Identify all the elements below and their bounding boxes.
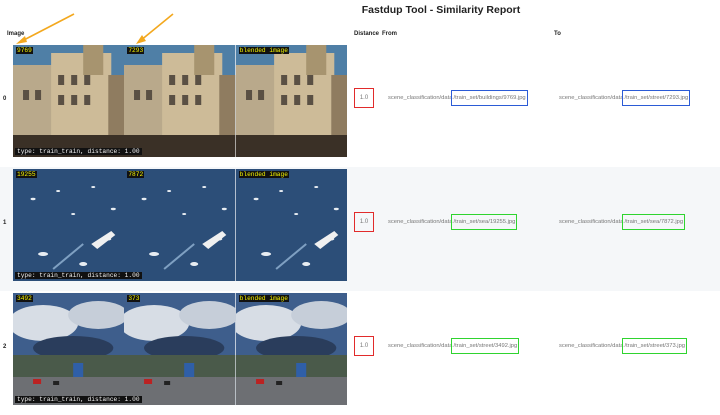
from-path[interactable]: scene_classification/data/train_set/stre… [388, 338, 520, 354]
blended-label: blended image [238, 295, 289, 302]
distance-value: 1.0 [354, 88, 374, 108]
from-image[interactable]: 19255 [13, 169, 125, 281]
row-index: 2 [3, 344, 7, 350]
pair-caption: type: train_train, distance: 1.00 [15, 272, 142, 279]
from-path[interactable]: scene_classification/data/train_set/sea/… [388, 214, 518, 230]
blended-image[interactable]: blended image [235, 169, 347, 281]
blended-label: blended image [238, 47, 289, 54]
header-distance: Distance [354, 31, 380, 37]
from-path-highlight: /train_set/sea/19255.jpg [451, 214, 518, 230]
header-image: Image [7, 31, 25, 37]
image-triplet: 3492 373 blended image type: train_train… [13, 293, 347, 405]
blended-image[interactable]: blended image [235, 293, 347, 405]
from-path-highlight: /train_set/buildings/9769.jpg [451, 90, 528, 106]
to-path-highlight: /train_set/street/373.jpg [622, 338, 688, 354]
from-path-highlight: /train_set/street/3492.jpg [451, 338, 520, 354]
from-id-label: 9769 [16, 47, 33, 54]
to-image[interactable]: 373 [124, 293, 236, 405]
to-path[interactable]: scene_classification/data/train_set/stre… [559, 338, 688, 354]
image-triplet: 19255 7872 blended image type: train_tra… [13, 169, 347, 281]
row-index: 1 [3, 220, 7, 226]
to-path-highlight: /train_set/street/7293.jpg [622, 90, 691, 106]
header-to: To [554, 31, 561, 37]
from-image[interactable]: 9769 [13, 45, 125, 157]
from-id-label: 19255 [16, 171, 37, 178]
from-image[interactable]: 3492 [13, 293, 125, 405]
distance-value: 1.0 [354, 336, 374, 356]
from-path[interactable]: scene_classification/data/train_set/buil… [388, 90, 528, 106]
table-row: 2 3492 373 blended image type: train_tra… [0, 291, 720, 415]
distance-value: 1.0 [354, 212, 374, 232]
pair-caption: type: train_train, distance: 1.00 [15, 148, 142, 155]
to-path[interactable]: scene_classification/data/train_set/sea/… [559, 214, 686, 230]
to-id-label: 373 [127, 295, 141, 302]
header-from: From [382, 31, 397, 37]
arrow-annotation-icon [16, 13, 75, 44]
image-triplet: 9769 7293 blended image type: train_trai… [13, 45, 347, 157]
to-image[interactable]: 7872 [124, 169, 236, 281]
to-image[interactable]: 7293 [124, 45, 236, 157]
blended-label: blended image [238, 171, 289, 178]
to-id-label: 7293 [127, 47, 145, 54]
to-id-label: 7872 [127, 171, 145, 178]
arrow-annotation-icon [136, 13, 174, 44]
pair-caption: type: train_train, distance: 1.00 [15, 396, 142, 403]
table-row: 1 19255 7872 blended image type: train_t… [0, 167, 720, 291]
report-title: Fastdup Tool - Similarity Report [361, 4, 521, 16]
row-index: 0 [3, 96, 7, 102]
from-id-label: 3492 [16, 295, 33, 302]
to-path-highlight: /train_set/sea/7872.jpg [622, 214, 686, 230]
table-row: 0 9769 7293 blended image type: train_tr… [0, 43, 720, 167]
to-path[interactable]: scene_classification/data/train_set/stre… [559, 90, 691, 106]
blended-image[interactable]: blended image [235, 45, 347, 157]
